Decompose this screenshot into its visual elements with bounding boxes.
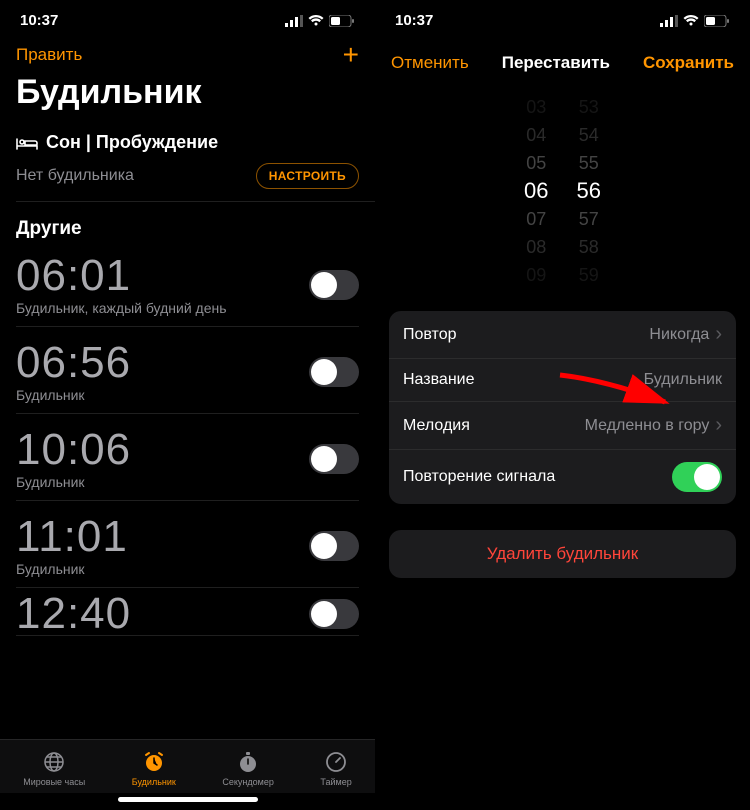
alarm-time: 06:01 bbox=[16, 254, 227, 298]
wifi-icon bbox=[683, 15, 699, 27]
page-title: Будильник bbox=[0, 73, 375, 120]
alarm-row[interactable]: 06:56 Будильник bbox=[16, 327, 359, 414]
row-sound[interactable]: Мелодия Медленно в гору › bbox=[389, 402, 736, 450]
tab-timer[interactable]: Таймер bbox=[320, 750, 351, 787]
alarm-toggle[interactable] bbox=[309, 531, 359, 561]
chevron-right-icon: › bbox=[715, 414, 722, 437]
sleep-header-text: Сон | Пробуждение bbox=[46, 132, 218, 153]
tab-stopwatch[interactable]: Секундомер bbox=[222, 750, 273, 787]
picker-hour-selected: 06 bbox=[524, 177, 548, 205]
configure-button[interactable]: НАСТРОИТЬ bbox=[256, 163, 359, 189]
row-label: Повторение сигнала bbox=[403, 468, 555, 486]
tab-label: Таймер bbox=[320, 777, 351, 787]
sleep-section: Сон | Пробуждение Нет будильника НАСТРОИ… bbox=[0, 120, 375, 201]
timer-icon bbox=[324, 750, 348, 774]
cellular-icon bbox=[660, 15, 678, 27]
row-value: Медленно в гору bbox=[585, 417, 710, 435]
alarm-time: 06:56 bbox=[16, 341, 131, 385]
alarm-label: Будильник bbox=[16, 561, 128, 577]
alarm-time: 11:01 bbox=[16, 515, 128, 559]
status-icons bbox=[285, 15, 355, 27]
tab-bar: Мировые часы Будильник Секундомер Таймер bbox=[0, 739, 375, 793]
alarm-toggle[interactable] bbox=[309, 270, 359, 300]
row-value: Никогда bbox=[649, 326, 709, 344]
other-section-header: Другие bbox=[0, 202, 375, 240]
globe-icon bbox=[42, 750, 66, 774]
modal-title: Переставить bbox=[502, 53, 610, 73]
status-time: 10:37 bbox=[20, 12, 58, 29]
picker-hours[interactable]: 03 04 05 06 07 08 09 bbox=[524, 93, 548, 289]
tab-label: Секундомер bbox=[222, 777, 273, 787]
sleep-section-header: Сон | Пробуждение bbox=[16, 132, 359, 153]
edit-button[interactable]: Править bbox=[16, 45, 82, 65]
no-alarm-text: Нет будильника bbox=[16, 167, 134, 185]
add-alarm-button[interactable]: + bbox=[343, 41, 359, 69]
row-label: Повтор bbox=[403, 326, 457, 344]
row-snooze: Повторение сигнала bbox=[389, 450, 736, 504]
row-label: Название bbox=[403, 371, 475, 389]
alarm-time: 10:06 bbox=[16, 428, 131, 472]
delete-alarm-button[interactable]: Удалить будильник bbox=[389, 530, 736, 578]
alarm-toggle[interactable] bbox=[309, 357, 359, 387]
status-icons bbox=[660, 15, 730, 27]
chevron-right-icon: › bbox=[715, 323, 722, 346]
tab-label: Мировые часы bbox=[23, 777, 85, 787]
row-name[interactable]: Название Будильник bbox=[389, 359, 736, 402]
status-bar: 10:37 bbox=[375, 0, 750, 35]
wifi-icon bbox=[308, 15, 324, 27]
row-repeat[interactable]: Повтор Никогда › bbox=[389, 311, 736, 359]
picker-minutes[interactable]: 53 54 55 56 57 58 59 bbox=[577, 93, 601, 289]
battery-icon bbox=[704, 15, 730, 27]
picker-minute-selected: 56 bbox=[577, 177, 601, 205]
tab-world-clock[interactable]: Мировые часы bbox=[23, 750, 85, 787]
alarm-label: Будильник, каждый будний день bbox=[16, 300, 227, 316]
home-indicator[interactable] bbox=[118, 797, 258, 802]
status-time: 10:37 bbox=[395, 12, 433, 29]
phone-right-alarm-edit: 10:37 Отменить Переставить Сохранить 03 … bbox=[375, 0, 750, 810]
alarm-toggle[interactable] bbox=[309, 444, 359, 474]
alarm-list: 06:01 Будильник, каждый будний день 06:56… bbox=[0, 240, 375, 739]
tab-alarm[interactable]: Будильник bbox=[132, 750, 176, 787]
cellular-icon bbox=[285, 15, 303, 27]
status-bar: 10:37 bbox=[0, 0, 375, 35]
modal-nav: Отменить Переставить Сохранить bbox=[375, 35, 750, 83]
tab-label: Будильник bbox=[132, 777, 176, 787]
alarm-row[interactable]: 12:40 bbox=[16, 588, 359, 636]
cancel-button[interactable]: Отменить bbox=[391, 53, 469, 73]
nav-bar: Править + bbox=[0, 35, 375, 73]
row-label: Мелодия bbox=[403, 417, 470, 435]
alarm-toggle[interactable] bbox=[309, 599, 359, 629]
settings-list: Повтор Никогда › Название Будильник Мелод… bbox=[389, 311, 736, 504]
time-picker[interactable]: 03 04 05 06 07 08 09 53 54 55 56 57 58 5… bbox=[375, 83, 750, 305]
row-value: Будильник bbox=[644, 371, 722, 389]
phone-left-alarm-list: 10:37 Править + Будильник Сон | Пробужде… bbox=[0, 0, 375, 810]
picker-highlight bbox=[463, 177, 663, 211]
alarm-label: Будильник bbox=[16, 387, 131, 403]
alarm-row[interactable]: 06:01 Будильник, каждый будний день bbox=[16, 240, 359, 327]
alarm-time: 12:40 bbox=[16, 592, 131, 636]
battery-icon bbox=[329, 15, 355, 27]
save-button[interactable]: Сохранить bbox=[643, 53, 734, 73]
snooze-toggle[interactable] bbox=[672, 462, 722, 492]
alarm-row[interactable]: 10:06 Будильник bbox=[16, 414, 359, 501]
alarm-row[interactable]: 11:01 Будильник bbox=[16, 501, 359, 588]
alarm-clock-icon bbox=[142, 750, 166, 774]
bed-icon bbox=[16, 135, 38, 151]
alarm-label: Будильник bbox=[16, 474, 131, 490]
stopwatch-icon bbox=[236, 750, 260, 774]
